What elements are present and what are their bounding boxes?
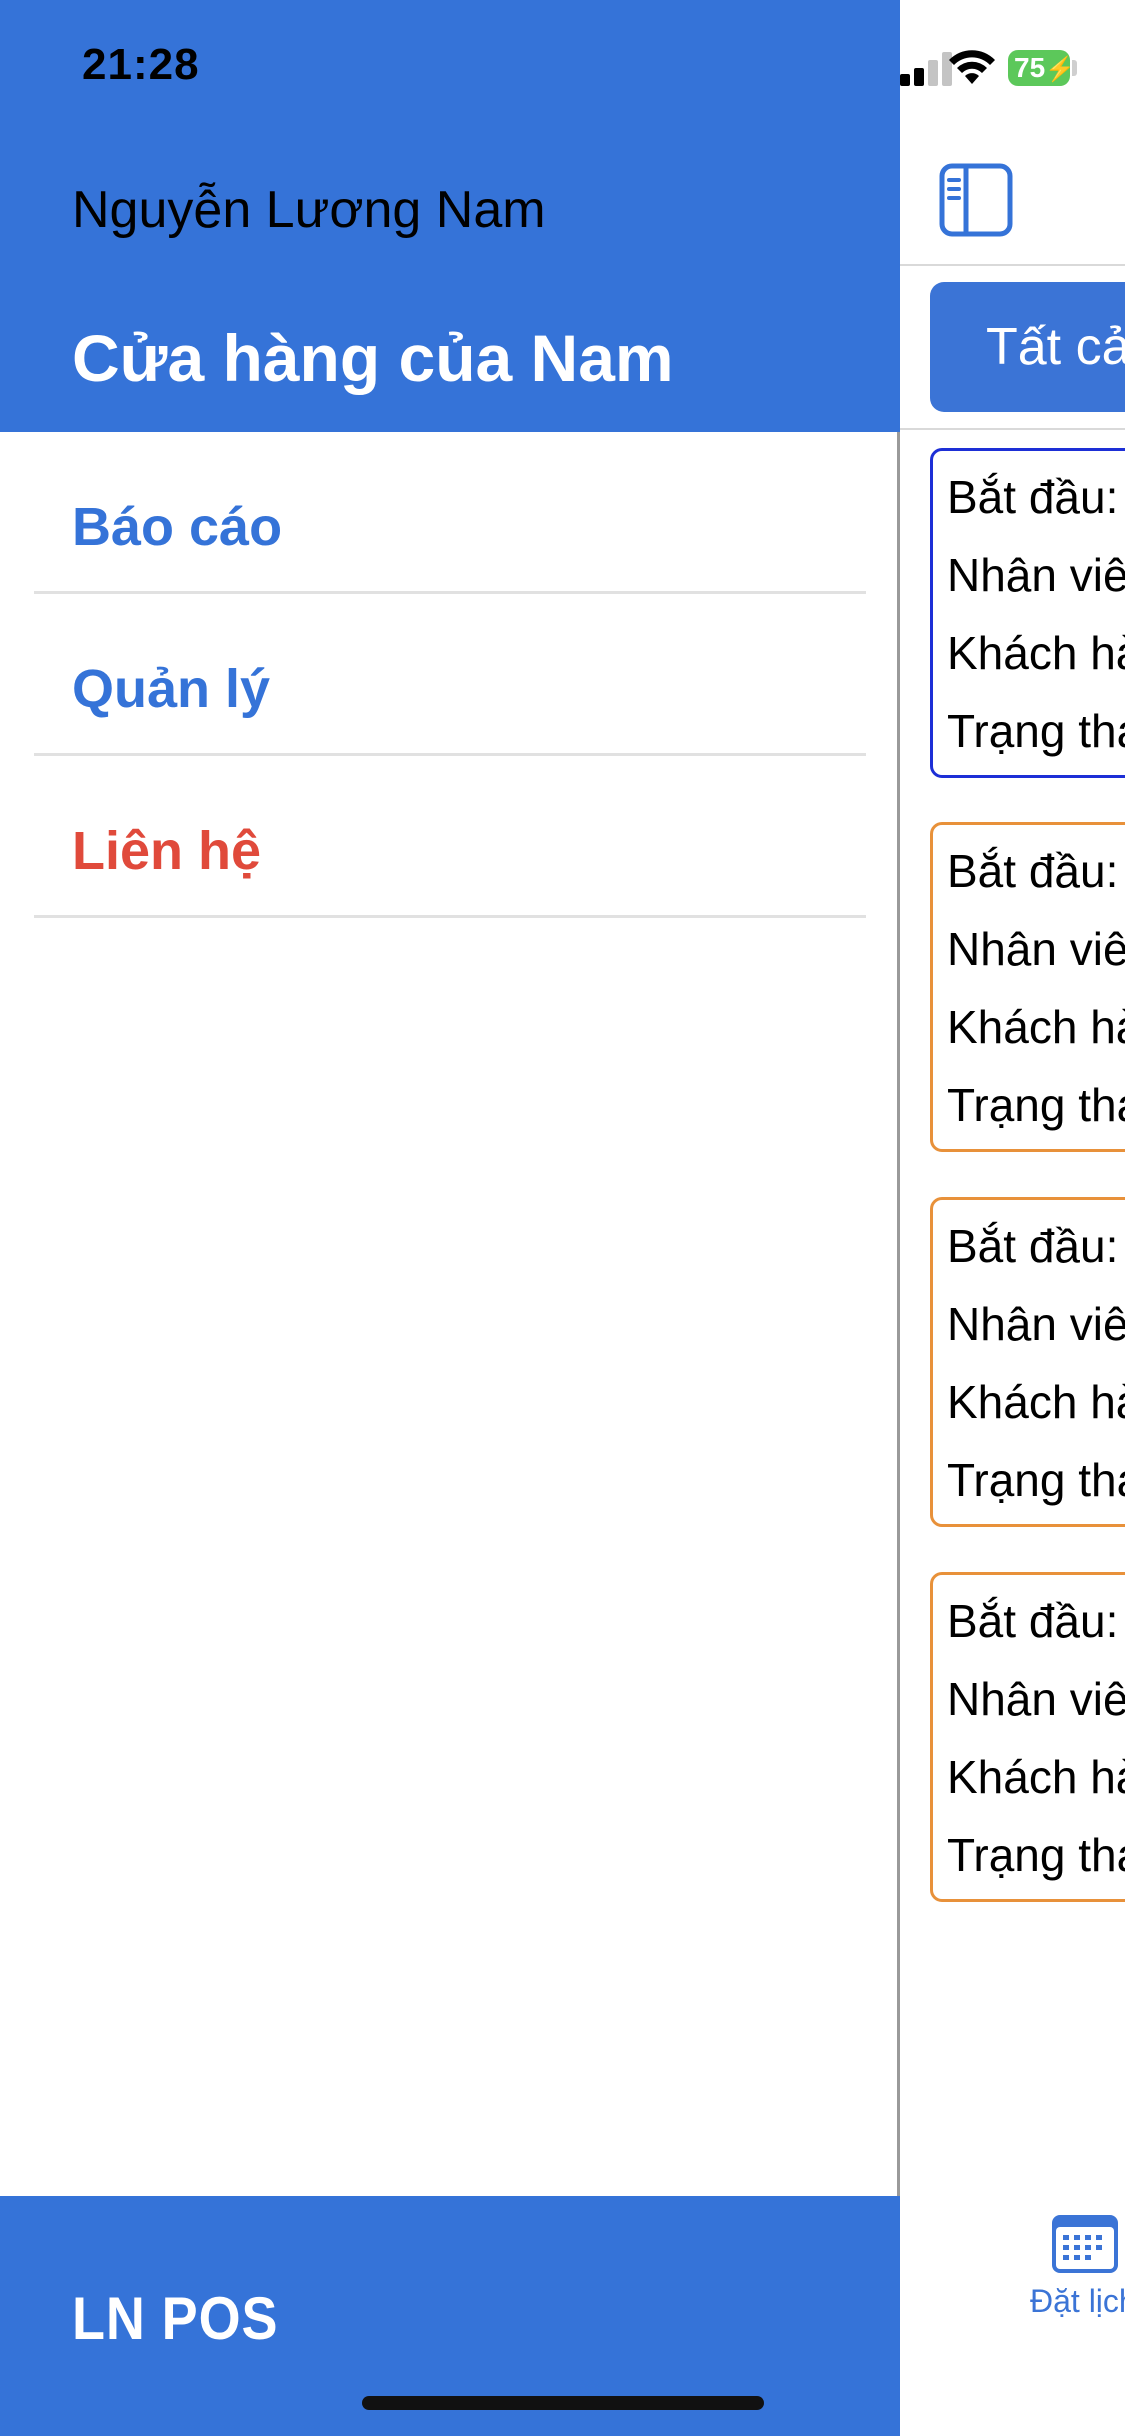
status-bar-right: 75⚡ <box>900 0 1125 140</box>
home-indicator[interactable] <box>362 2396 764 2410</box>
menu-item-label: Báo cáo <box>72 497 283 557</box>
appointment-card[interactable]: Bắt đầu: Nhân viên Khách hàng Trạng thái <box>930 1197 1125 1527</box>
menu-item-label: Quản lý <box>72 659 271 719</box>
card-start-label: Bắt đầu: <box>947 845 1119 897</box>
card-staff-label: Nhân viên <box>947 1673 1125 1725</box>
card-staff-label: Nhân viên <box>947 549 1125 601</box>
menu-item-management[interactable]: Quản lý <box>34 594 866 756</box>
battery-level: 75 <box>1014 52 1046 83</box>
tab-booking[interactable]: Đặt lịch <box>1030 2211 1125 2341</box>
card-staff-label: Nhân viên <box>947 1298 1125 1350</box>
cellular-signal-icon <box>900 52 952 86</box>
drawer-menu: Báo cáo Quản lý Liên hệ <box>34 432 866 918</box>
card-customer-label: Khách hàng <box>947 1376 1125 1428</box>
appointment-card[interactable]: Bắt đầu: Nhân viên Khách hàng Trạng thái <box>930 1572 1125 1902</box>
battery-icon: 75⚡ <box>1008 50 1075 86</box>
card-start-label: Bắt đầu: <box>947 1220 1119 1272</box>
side-drawer: 21:28 Nguyễn Lương Nam Cửa hàng của Nam … <box>0 0 900 2436</box>
card-start-label: Bắt đầu: <box>947 471 1119 523</box>
screen: 75⚡ Tất cả Bắt đầu: Nhân viên Khách hàng… <box>0 0 1125 2436</box>
calendar-icon <box>1052 2215 1118 2273</box>
top-toolbar <box>900 140 1125 266</box>
card-status-label: Trạng thái <box>947 705 1125 757</box>
tab-booking-label: Đặt lịch <box>1030 2283 1125 2319</box>
app-brand: LN POS <box>72 2285 279 2352</box>
menu-item-contact[interactable]: Liên hệ <box>34 756 866 918</box>
card-status-label: Trạng thái <box>947 1829 1125 1881</box>
tab-bar: Đặt lịch <box>900 2186 1125 2436</box>
status-time: 21:28 <box>82 40 200 89</box>
main-content: 75⚡ Tất cả Bắt đầu: Nhân viên Khách hàng… <box>900 0 1125 2436</box>
appointment-card[interactable]: Bắt đầu: Nhân viên Khách hàng Trạng thái <box>930 822 1125 1152</box>
menu-item-label: Liên hệ <box>72 821 262 881</box>
card-customer-label: Khách hàng <box>947 627 1125 679</box>
card-status-label: Trạng thái <box>947 1454 1125 1506</box>
card-status-label: Trạng thái <box>947 1079 1125 1131</box>
filter-bar: Tất cả <box>900 268 1125 430</box>
appointment-card[interactable]: Bắt đầu: Nhân viên Khách hàng Trạng thái <box>930 448 1125 778</box>
filter-all-button[interactable]: Tất cả <box>930 282 1125 412</box>
wifi-icon <box>949 50 995 84</box>
card-customer-label: Khách hàng <box>947 1751 1125 1803</box>
battery-cap <box>1072 60 1077 76</box>
user-name: Nguyễn Lương Nam <box>72 181 546 239</box>
card-customer-label: Khách hàng <box>947 1001 1125 1053</box>
card-start-label: Bắt đầu: <box>947 1595 1119 1647</box>
menu-item-reports[interactable]: Báo cáo <box>34 432 866 594</box>
sidebar-toggle-icon[interactable] <box>938 162 1014 238</box>
card-staff-label: Nhân viên <box>947 923 1125 975</box>
store-name: Cửa hàng của Nam <box>72 321 674 395</box>
drawer-header: 21:28 Nguyễn Lương Nam Cửa hàng của Nam <box>0 0 900 432</box>
